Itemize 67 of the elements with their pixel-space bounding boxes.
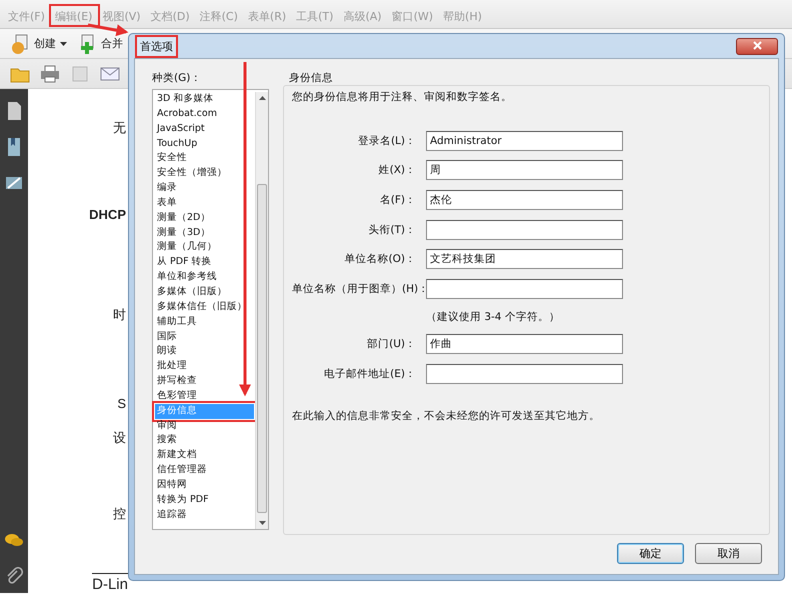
- field-label: 单位名称（用于图章）(H)：: [292, 282, 426, 296]
- category-item[interactable]: 测量（几何）: [155, 240, 255, 256]
- category-item[interactable]: 色彩管理: [155, 388, 255, 404]
- create-button[interactable]: 创建: [10, 34, 67, 54]
- category-item[interactable]: 朗读: [155, 344, 255, 360]
- ok-button[interactable]: 确定: [617, 543, 684, 564]
- close-icon: [752, 40, 762, 50]
- field-label: 姓(X)：: [378, 163, 417, 178]
- merge-button[interactable]: 合并: [77, 34, 123, 54]
- bookmark-icon[interactable]: [5, 137, 23, 157]
- category-item[interactable]: JavaScript: [155, 122, 255, 137]
- category-item[interactable]: 单位和参考线: [155, 270, 255, 285]
- document-text: 无: [113, 119, 126, 137]
- input-field[interactable]: Administrator: [426, 130, 623, 151]
- input-field[interactable]: 文艺科技集团: [426, 249, 623, 270]
- input-field[interactable]: 作曲: [426, 334, 623, 354]
- document-text: S: [117, 396, 126, 411]
- annotation-arrow: [88, 24, 128, 36]
- document-text: 控: [113, 505, 126, 523]
- description-text: 您的身份信息将用于注释、审阅和数字签名。: [292, 90, 513, 104]
- input-field[interactable]: [426, 364, 623, 384]
- field-label: 头衔(T)：: [367, 222, 417, 237]
- printer-icon[interactable]: [40, 64, 60, 84]
- dialog-title: 首选项: [135, 34, 178, 58]
- category-item[interactable]: 安全性: [155, 151, 255, 166]
- cancel-button[interactable]: 取消: [695, 543, 762, 564]
- category-item[interactable]: 追踪器: [155, 508, 255, 522]
- category-item[interactable]: 测量（3D）: [155, 226, 255, 240]
- category-item[interactable]: 多媒体信任（旧版）: [155, 300, 255, 315]
- category-item[interactable]: 拼写检查: [155, 374, 255, 389]
- category-item[interactable]: TouchUp: [155, 136, 255, 152]
- category-item[interactable]: 多媒体（旧版）: [155, 284, 255, 300]
- document-text: DHCP: [89, 207, 126, 222]
- field-label: 名(F)：: [378, 192, 417, 207]
- category-item[interactable]: 3D 和多媒体: [155, 92, 255, 107]
- category-item[interactable]: 新建文档: [155, 448, 255, 464]
- section-title: 身份信息: [288, 71, 334, 85]
- hint-text: （建议使用 3-4 个字符。）: [425, 310, 561, 325]
- category-label: 种类(G)：: [152, 71, 202, 86]
- category-item[interactable]: 转换为 PDF: [155, 492, 255, 508]
- field-label: 单位名称(O)：: [344, 252, 417, 266]
- category-item[interactable]: 安全性（增强）: [155, 166, 255, 182]
- category-item[interactable]: 表单: [155, 196, 255, 211]
- page-icon[interactable]: [5, 101, 23, 121]
- category-item[interactable]: 测量（2D）: [155, 210, 255, 226]
- category-item[interactable]: 搜索: [155, 433, 255, 448]
- close-button[interactable]: [736, 38, 778, 54]
- document-text: 时: [113, 306, 126, 324]
- category-item[interactable]: 编录: [155, 181, 255, 196]
- scrollbar[interactable]: [255, 92, 268, 529]
- category-item[interactable]: 从 PDF 转换: [155, 255, 255, 270]
- category-item[interactable]: 辅助工具: [155, 314, 255, 330]
- input-field[interactable]: [426, 220, 623, 240]
- field-label: 电子邮件地址(E)：: [323, 366, 417, 381]
- category-item[interactable]: 审阅: [155, 418, 255, 434]
- category-item[interactable]: 国际: [155, 330, 255, 344]
- field-label: 登录名(L)：: [356, 134, 417, 148]
- input-field[interactable]: 周: [426, 160, 623, 180]
- category-item[interactable]: Acrobat.com: [155, 106, 255, 122]
- input-field[interactable]: [426, 278, 623, 299]
- privacy-note: 在此输入的信息非常安全，不会未经您的许可发送至其它地方。: [292, 408, 601, 423]
- input-field[interactable]: 杰伦: [426, 190, 623, 210]
- category-item[interactable]: 因特网: [155, 478, 255, 493]
- field-label: 部门(U)：: [366, 337, 417, 352]
- category-item[interactable]: 批处理: [155, 359, 255, 374]
- category-item[interactable]: 信任管理器: [155, 463, 255, 478]
- document-text: 设: [113, 429, 126, 447]
